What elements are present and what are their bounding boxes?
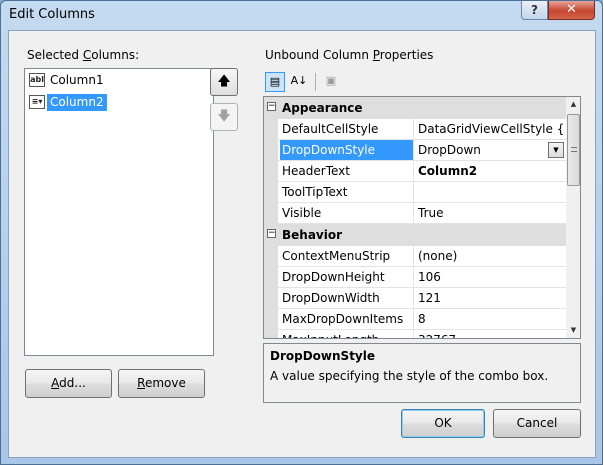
property-value[interactable]: 8 [415,309,566,329]
alphabetical-button[interactable]: A↓ [289,72,309,92]
title-bar[interactable]: Edit Columns ? ✕ [1,1,602,31]
remove-button[interactable]: Remove [118,369,205,398]
categorized-icon: ▤ [269,75,281,88]
property-row-dropdownstyle[interactable]: DropDownStyle DropDown ▼ [264,140,566,161]
row-gutter [264,203,278,224]
property-grid[interactable]: − Appearance DefaultCellStyle DataGridVi… [263,96,581,339]
list-item-label: Column2 [47,94,107,111]
property-name: DropDownWidth [280,288,414,308]
property-row-headertext[interactable]: HeaderText Column2 [264,161,566,182]
category-label: Appearance [282,101,363,115]
property-value[interactable]: Column2 [415,161,566,181]
property-name: MaxInputLength [280,330,414,338]
property-value[interactable]: DropDown [415,140,566,160]
add-button[interactable]: Add... [25,369,112,398]
grip-icon [571,147,577,152]
property-name: DropDownHeight [280,267,414,287]
property-value[interactable]: DataGridViewCellStyle { [415,119,566,139]
arrow-up-icon: 🡅 [217,74,231,89]
property-value[interactable]: 106 [415,267,566,287]
property-row-contextmenustrip[interactable]: ContextMenuStrip (none) [264,246,566,267]
dropdown-arrow-icon[interactable]: ▼ [548,142,564,158]
property-grid-toolbar: ▤ A↓ ▣ [263,70,583,94]
property-row-dropdownwidth[interactable]: DropDownWidth 121 [264,288,566,309]
property-name: MaxDropDownItems [280,309,414,329]
collapse-icon[interactable]: − [267,229,276,238]
property-name: HeaderText [280,161,414,181]
property-row-visible[interactable]: Visible True [264,203,566,224]
property-name: DropDownStyle [280,140,414,160]
description-text: A value specifying the style of the comb… [270,369,549,383]
window-title: Edit Columns [9,7,95,22]
textbox-column-icon: abl [29,73,45,87]
category-appearance[interactable]: − Appearance [264,97,566,119]
row-gutter [264,288,278,309]
scroll-up-icon[interactable]: ▲ [566,97,580,112]
category-label: Behavior [282,228,343,242]
property-value[interactable]: (none) [415,246,566,266]
property-row-tooltiptext[interactable]: ToolTipText [264,182,566,203]
close-button[interactable]: ✕ [548,1,595,20]
alphabetical-sort-icon: A↓ [290,74,308,87]
move-down-button[interactable]: 🡇 [210,103,238,131]
property-row-maxinputlength[interactable]: MaxInputLength 32767 [264,330,566,338]
property-value[interactable]: 32767 [415,330,566,338]
cancel-button[interactable]: Cancel [493,409,581,438]
row-gutter [264,119,278,140]
row-gutter [264,161,278,182]
combobox-column-icon: ≡▾ [29,95,45,109]
description-title: DropDownStyle [270,349,375,363]
property-row-dropdownheight[interactable]: DropDownHeight 106 [264,267,566,288]
property-row-defaultcellstyle[interactable]: DefaultCellStyle DataGridViewCellStyle { [264,119,566,140]
help-button[interactable]: ? [521,1,548,20]
row-gutter [264,140,278,161]
property-name: Visible [280,203,414,223]
property-grid-scrollbar[interactable]: ▲ ▼ [566,97,580,338]
row-gutter [264,309,278,330]
toolbar-separator [315,73,316,91]
property-name: ContextMenuStrip [280,246,414,266]
ok-button[interactable]: OK [401,409,485,438]
edit-columns-dialog: Edit Columns ? ✕ Selected Columns: abl C… [0,0,603,465]
property-value[interactable]: True [415,203,566,223]
dialog-body: Selected Columns: abl Column1 ≡▾ Column2… [8,30,596,458]
property-pages-button[interactable]: ▣ [321,72,341,92]
scrollbar-thumb[interactable] [567,114,580,186]
arrow-down-icon: 🡇 [217,109,231,124]
categorized-button[interactable]: ▤ [265,72,285,92]
selected-columns-list[interactable]: abl Column1 ≡▾ Column2 [24,68,214,356]
unbound-column-properties-label: Unbound Column Properties [265,48,434,62]
property-name: ToolTipText [280,182,414,202]
property-row-maxdropdownitems[interactable]: MaxDropDownItems 8 [264,309,566,330]
property-description-panel: DropDownStyle A value specifying the sty… [263,343,581,403]
category-behavior[interactable]: − Behavior [264,224,566,246]
row-gutter [264,267,278,288]
property-value[interactable]: 121 [415,288,566,308]
row-gutter [264,330,278,338]
scroll-down-icon[interactable]: ▼ [566,323,580,338]
selected-columns-label: Selected Columns: [27,48,140,62]
move-up-button[interactable]: 🡅 [210,68,238,96]
property-value[interactable] [415,182,566,202]
collapse-icon[interactable]: − [267,102,276,111]
property-pages-icon: ▣ [325,74,337,87]
row-gutter [264,182,278,203]
list-item-label: Column1 [50,73,104,87]
property-name: DefaultCellStyle [280,119,414,139]
row-gutter [264,246,278,267]
list-item-column1[interactable]: abl Column1 [28,71,208,90]
list-item-column2[interactable]: ≡▾ Column2 [28,93,208,112]
